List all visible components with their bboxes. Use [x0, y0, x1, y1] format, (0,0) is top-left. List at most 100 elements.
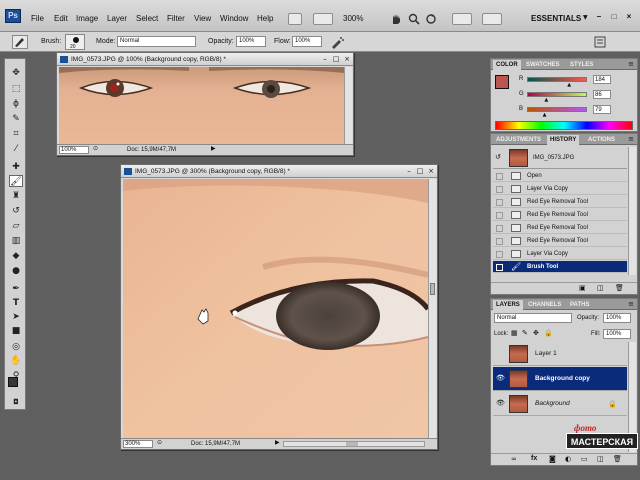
scroll-thumb[interactable]: [346, 442, 358, 446]
dodge-tool-icon[interactable]: ●: [9, 265, 23, 277]
layer-visibility-toggle[interactable]: [496, 350, 504, 357]
brush-tool-icon[interactable]: 🖌: [9, 175, 23, 187]
screen-mode-icon[interactable]: [482, 13, 502, 25]
hand-icon[interactable]: [390, 13, 402, 25]
layer-row[interactable]: 👁 Background 🔒: [493, 392, 627, 416]
menu-view[interactable]: View: [194, 14, 211, 23]
doc-maximize-button[interactable]: □: [332, 55, 340, 63]
menu-layer[interactable]: Layer: [107, 14, 127, 23]
brush-preset-icon[interactable]: [12, 35, 28, 49]
chevron-down-icon[interactable]: ▼: [583, 14, 588, 21]
tab-history[interactable]: HISTORY: [547, 135, 580, 145]
eye-icon[interactable]: 👁: [496, 375, 505, 382]
history-step[interactable]: Red Eye Removal Tool: [493, 196, 627, 208]
lock-all-icon[interactable]: 🔒: [544, 329, 553, 337]
history-step[interactable]: Red Eye Removal Tool: [493, 235, 627, 247]
layer-row[interactable]: Layer 1: [493, 342, 627, 366]
history-source-checkbox[interactable]: [496, 238, 503, 245]
menu-select[interactable]: Select: [136, 14, 158, 23]
history-step-current[interactable]: 🖌 Brush Tool: [493, 261, 627, 273]
adjustment-layer-icon[interactable]: ◐: [565, 455, 571, 463]
horizontal-scrollbar[interactable]: [283, 441, 425, 447]
zoom-field[interactable]: 100%: [59, 146, 89, 154]
canvas-eyes-100[interactable]: [59, 67, 345, 145]
menu-edit[interactable]: Edit: [54, 14, 68, 23]
green-slider-handle[interactable]: ▲: [544, 97, 548, 103]
history-step[interactable]: Red Eye Removal Tool: [493, 222, 627, 234]
canvas-eye-300[interactable]: [123, 179, 428, 439]
opacity-field[interactable]: 100%: [236, 36, 266, 47]
info-icon[interactable]: ⊙: [157, 439, 162, 446]
vertical-scrollbar[interactable]: [628, 147, 636, 275]
menu-help[interactable]: Help: [257, 14, 273, 23]
move-tool-icon[interactable]: ✥: [9, 67, 23, 79]
eraser-tool-icon[interactable]: ▱: [9, 220, 23, 232]
eye-icon[interactable]: 👁: [496, 400, 505, 407]
history-source-checkbox[interactable]: [496, 251, 503, 258]
info-icon[interactable]: ⊙: [93, 145, 98, 152]
blend-mode-select[interactable]: Normal: [494, 313, 572, 323]
menu-image[interactable]: Image: [76, 14, 98, 23]
flow-field[interactable]: 100%: [292, 36, 322, 47]
crop-tool-icon[interactable]: ⌗: [9, 128, 23, 140]
foreground-color-swatch[interactable]: [8, 377, 18, 387]
document-window-100[interactable]: IMG_0573.JPG @ 100% (Background copy, RG…: [56, 52, 354, 156]
menu-filter[interactable]: Filter: [167, 14, 185, 23]
panel-menu-icon[interactable]: ≡: [628, 135, 634, 143]
menu-window[interactable]: Window: [220, 14, 248, 23]
panel-menu-icon[interactable]: ≡: [628, 60, 634, 68]
red-slider-handle[interactable]: ▲: [567, 82, 571, 88]
blue-value-field[interactable]: 79: [593, 105, 611, 114]
history-source-checkbox[interactable]: [496, 186, 503, 193]
doc-close-button[interactable]: ×: [343, 55, 351, 63]
document-title-bar[interactable]: IMG_0573.JPG @ 100% (Background copy, RG…: [57, 53, 353, 66]
status-menu-arrow-icon[interactable]: ▶: [211, 145, 216, 152]
eyedropper-tool-icon[interactable]: ⁄: [9, 143, 23, 155]
group-folder-icon[interactable]: ▭: [581, 455, 588, 463]
add-mask-icon[interactable]: ◙: [549, 455, 556, 463]
hand-tool-icon[interactable]: ✋: [9, 355, 23, 367]
tab-actions[interactable]: ACTIONS: [585, 135, 618, 145]
tab-layers[interactable]: LAYERS: [493, 300, 523, 310]
view-extras-icon[interactable]: [313, 13, 333, 25]
lock-position-icon[interactable]: ✥: [533, 329, 539, 337]
history-source-checkbox[interactable]: [496, 264, 503, 271]
red-value-field[interactable]: 184: [593, 75, 611, 84]
minimize-button[interactable]: –: [594, 12, 604, 22]
history-source-checkbox[interactable]: [496, 225, 503, 232]
history-brush-source-icon[interactable]: ↺: [495, 153, 501, 161]
tab-color[interactable]: COLOR: [493, 60, 521, 70]
workspace-switcher[interactable]: ESSENTIALS: [531, 14, 581, 23]
type-tool-icon[interactable]: T: [9, 297, 23, 309]
doc-minimize-button[interactable]: –: [321, 55, 329, 63]
new-document-from-state-icon[interactable]: ▣: [579, 284, 586, 292]
blue-slider[interactable]: [527, 107, 587, 112]
tab-paths[interactable]: PATHS: [567, 300, 592, 310]
red-slider[interactable]: [527, 77, 587, 82]
tablet-pressure-icon[interactable]: [594, 36, 606, 48]
tab-styles[interactable]: STYLES: [567, 60, 596, 70]
history-brush-tool-icon[interactable]: ↺: [9, 205, 23, 217]
clone-stamp-tool-icon[interactable]: ♜: [9, 190, 23, 202]
bridge-icon[interactable]: [288, 13, 302, 25]
fill-field[interactable]: 100%: [603, 329, 631, 339]
trash-icon[interactable]: 🗑: [613, 455, 622, 463]
doc-minimize-button[interactable]: –: [405, 167, 413, 175]
zoom-field[interactable]: 300%: [123, 440, 153, 448]
maximize-button[interactable]: □: [609, 12, 619, 22]
brush-size-picker[interactable]: 20: [65, 34, 85, 50]
document-window-300[interactable]: IMG_0573.JPG @ 300% (Background copy, RG…: [120, 164, 438, 450]
close-button[interactable]: ×: [624, 12, 634, 22]
history-step[interactable]: Layer Via Copy: [493, 183, 627, 195]
panel-menu-icon[interactable]: ≡: [628, 300, 634, 308]
history-source-checkbox[interactable]: [496, 212, 503, 219]
zoom-level[interactable]: 300%: [343, 14, 363, 23]
green-slider[interactable]: [527, 92, 587, 97]
vertical-scrollbar[interactable]: [428, 179, 436, 439]
green-value-field[interactable]: 86: [593, 90, 611, 99]
blur-tool-icon[interactable]: ◆: [9, 250, 23, 262]
pen-tool-icon[interactable]: ✒: [9, 283, 23, 295]
foreground-color-swatch[interactable]: [495, 75, 509, 89]
mode-select[interactable]: Normal: [117, 36, 196, 47]
document-title-bar[interactable]: IMG_0573.JPG @ 300% (Background copy, RG…: [121, 165, 437, 178]
